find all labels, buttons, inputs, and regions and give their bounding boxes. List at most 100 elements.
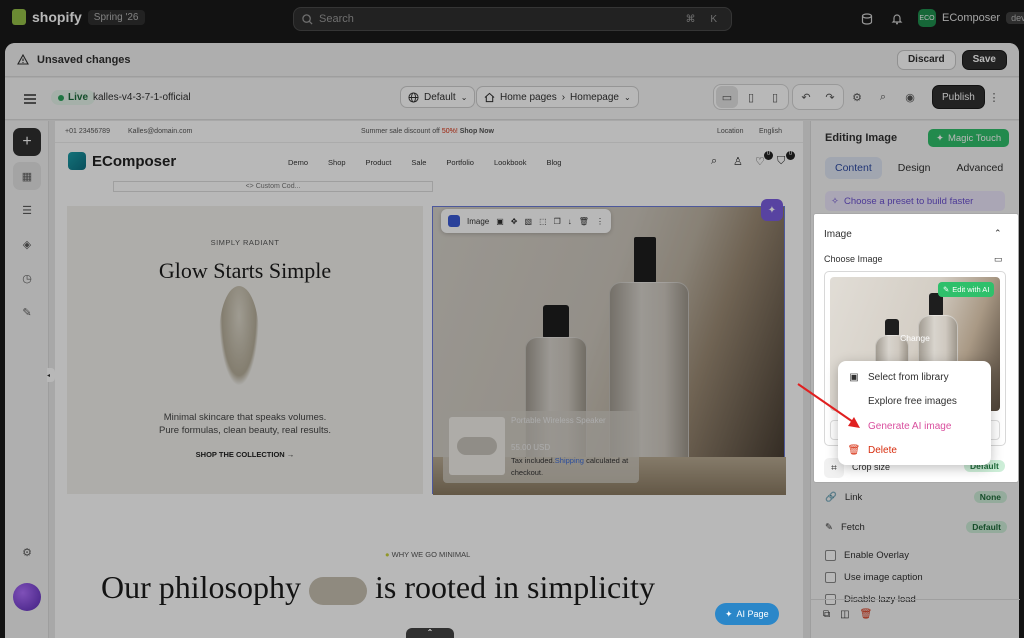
undo-icon[interactable]: ↶ [795,86,817,108]
background-pattern-icon[interactable]: ▧ [525,217,533,226]
link-row[interactable]: 🔗 Link None [825,488,1007,506]
ecomposer-logo-icon [68,152,86,170]
overlay-row[interactable]: Enable Overlay [825,546,1007,564]
preset-picker[interactable]: ✧ Choose a preset to build faster [825,191,1005,211]
bell-icon[interactable] [889,11,905,27]
store-switcher[interactable]: ECO EComposer dev [918,9,1024,27]
page-select[interactable]: Home pages › Homepage ⌄ [476,86,639,108]
location-link[interactable]: Location [717,128,743,135]
caption-row[interactable]: Use image caption [825,568,1007,586]
search-input[interactable]: Search ⌘ K [293,7,732,31]
more-icon[interactable]: ⋮ [596,217,604,226]
desktop-view-icon[interactable]: ▭ [716,86,738,108]
replace-image-icon[interactable]: ▣ [496,217,504,226]
theme-brush-icon[interactable]: ✎ [13,298,41,326]
annotation-arrow-icon [797,383,860,428]
columns-icon[interactable]: ◫ [840,609,849,620]
product-price: 55.00 USD [511,443,551,452]
panel-title: Editing Image [825,132,898,144]
move-icon[interactable]: ✥ [511,217,518,226]
site-logo[interactable]: EComposer [68,152,176,170]
section-kicker: ● WHY WE GO MINIMAL [385,550,471,559]
menu-item-delete[interactable]: 🗑 Delete [838,439,991,464]
shopify-topbar: shopify Spring '26 Search ⌘ K ECO ECompo… [0,0,1024,38]
database-icon[interactable] [859,11,875,27]
change-image-label[interactable]: Change [830,333,1000,343]
nav-item[interactable]: Blog [546,158,561,167]
shopify-wordmark: shopify [32,9,82,25]
image-type-icon [448,215,460,227]
save-button[interactable]: Save [961,49,1007,70]
shopify-logo[interactable]: shopify Spring '26 [12,9,145,25]
mobile-view-icon[interactable]: ▯ [764,86,786,108]
chevron-right-icon: › [561,91,566,103]
delete-icon[interactable]: 🗑 [860,609,873,620]
tab-content[interactable]: Content [825,157,882,179]
site-search-icon[interactable]: ⌕ [711,155,717,168]
serum-swatch-image [219,286,259,386]
duplicate-icon[interactable]: ❐ [554,217,561,226]
gear-icon[interactable]: ⚙ [13,538,41,566]
ai-orb-icon[interactable] [13,583,41,611]
layout-icon[interactable]: ▦ [13,162,41,190]
chevron-down-icon: ⌄ [460,92,468,102]
settings-sliders-icon[interactable]: ⚙ [846,86,868,108]
magic-touch-button[interactable]: ✦ Magic Touch [928,129,1010,147]
hero-body-2: Pure formulas, clean beauty, real result… [159,425,331,436]
account-icon[interactable]: ♙ [733,155,743,168]
hero-kicker: SIMPLY RADIANT [210,238,280,247]
left-rail: + ▦ ☰ ◈ ◷ ✎ ⚙ [5,121,49,638]
shopify-bag-icon [12,9,26,25]
nav-item[interactable]: Shop [328,158,346,167]
sections-icon[interactable]: ☰ [13,196,41,224]
nav-item[interactable]: Sale [411,158,426,167]
language-link[interactable]: English [759,128,782,135]
nav-item[interactable]: Portfolio [446,158,474,167]
custom-code-block[interactable]: <> Custom Cod... [113,181,433,192]
panel-tabs: Content Design Advanced [825,157,1013,179]
season-badge: Spring '26 [87,9,145,25]
ai-page-button[interactable]: ✦ AI Page [715,603,779,625]
tablet-view-icon[interactable]: ▯ [740,86,762,108]
nav-item[interactable]: Lookbook [494,158,527,167]
unsaved-changes-bar: Unsaved changes Discard Save [5,43,1019,77]
device-desktop-icon[interactable]: ▭ [994,254,1003,265]
move-down-icon[interactable]: ↓ [568,217,572,226]
redo-icon[interactable]: ↷ [819,86,841,108]
nav-item[interactable]: Product [366,158,392,167]
promo-text: Summer sale discount off 50%! Shop Now [361,128,494,135]
inspect-icon[interactable]: ⌕ [872,86,894,108]
history-clock-icon[interactable]: ◷ [13,264,41,292]
discard-button[interactable]: Discard [896,49,956,70]
bottom-drawer-handle[interactable]: ⌃ [406,628,454,638]
add-element-icon[interactable]: + [13,128,41,156]
home-icon [484,92,495,102]
hero-body-1: Minimal skincare that speaks volumes. [163,412,327,423]
caption-checkbox[interactable] [825,571,836,583]
hero-text-panel[interactable]: SIMPLY RADIANT Glow Starts Simple Minima… [67,206,423,494]
cart-icon[interactable]: ⛉ [777,155,785,168]
more-options-icon[interactable]: ⋮ [983,86,1005,108]
menu-icon[interactable] [19,88,41,110]
product-card[interactable]: Portable Wireless Speaker 55.00 USD Tax … [443,411,639,483]
tab-advanced[interactable]: Advanced [946,157,1013,179]
nav-item[interactable]: Demo [288,158,308,167]
select-area-icon[interactable]: ⬚ [539,217,547,226]
tab-design[interactable]: Design [888,157,941,179]
language-select[interactable]: Default ⌄ [400,86,476,108]
cart-count: 0 [786,151,795,160]
preview-eye-icon[interactable]: ◉ [899,86,921,108]
ai-sparkle-icon[interactable]: ✦ [761,199,783,221]
trash-icon[interactable]: 🗑 [579,217,589,226]
collapse-up-icon[interactable]: ⌃ [994,228,1002,239]
collapse-handle[interactable]: ◂ [47,368,55,382]
hero-title: Glow Starts Simple [158,258,332,283]
publish-button[interactable]: Publish [932,85,985,109]
copy-icon[interactable]: ⧉ [823,609,830,620]
layers-icon[interactable]: ◈ [13,230,41,258]
fetch-row[interactable]: ✎ Fetch Default [825,518,1007,536]
hero-cta-link[interactable]: SHOP THE COLLECTION → [67,450,423,459]
edit-with-ai-button[interactable]: ✎ Edit with AI [938,282,995,297]
overlay-checkbox[interactable] [825,549,836,561]
device-switcher: ▭ ▯ ▯ [713,84,789,110]
